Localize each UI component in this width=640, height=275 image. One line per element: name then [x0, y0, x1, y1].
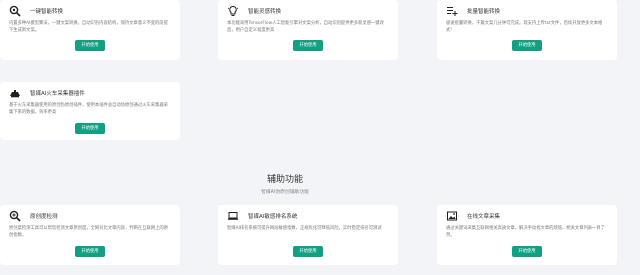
card-description: 智媒AI排名系统可提升网站敏感指数，正规优化可降低风险，实时稳定排名可测试: [227, 226, 382, 231]
card-train-collector-plugin: 智媒AI火车采集器插件 基于火车采集器使用的原创伪原创插件，使用本插件会自动伪原…: [0, 82, 180, 140]
laptop-icon: [227, 210, 239, 222]
start-button-originality-check[interactable]: 开始使用: [75, 246, 105, 257]
card-description: 极速批量转换，千篇文案几分钟可完成。现支持上传txt文件，后续开放更多文本格式!: [446, 21, 603, 33]
card-description: 原创度检测工具可以帮您检测文章原创度，全网对比文章内容，判断在互联网上的原创指数…: [9, 226, 168, 238]
zoom-icon: [9, 210, 21, 222]
search-convert-icon: [9, 5, 21, 17]
card-title: 在线文章采集: [467, 214, 501, 220]
list-plus-icon: [446, 5, 458, 17]
card-description: 基于火车采集器使用的原创伪原创插件，使用本插件会自动伪原创通过火车采集器采集下来…: [9, 103, 168, 115]
card-description: 内置多种AI模型算法，一键文案转换，自动识别内容结构，保持文章意义不变的前提下生…: [9, 21, 168, 33]
card-title: 智媒AI火车采集器插件: [30, 91, 85, 97]
card-title: 原创度检测: [30, 214, 58, 220]
card-title: 智媒AI敏感排名系统: [248, 214, 298, 220]
image-icon: [446, 210, 458, 222]
start-button-batch-convert[interactable]: 开始使用: [512, 40, 542, 51]
card-ranking-system: 智媒AI敏感排名系统 智媒AI排名系统可提升网站敏感指数，正规优化可降低风险，实…: [218, 205, 398, 265]
card-description: 本功能采用TensorFlow人工智能引擎对文案分析，自动识别提供更多新灵感一键…: [227, 21, 384, 33]
section-subtitle: 智媒AI伪原创辅助功能: [261, 190, 309, 195]
card-title: 智能灵感转换: [248, 9, 282, 15]
card-title: 一键智能转换: [30, 9, 64, 15]
section-title: 辅助功能: [266, 175, 303, 185]
card-one-click-convert: 一键智能转换 内置多种AI模型算法，一键文案转换，自动识别内容结构，保持文章意义…: [0, 0, 180, 60]
card-batch-convert: 批量智能转换 极速批量转换，千篇文案几分钟可完成。现支持上传txt文件，后续开放…: [437, 0, 617, 60]
card-online-article-collect: 在线文章采集 通过关键词采集互联网相关高质文章，解决手动找文章的烦恼，相关文章列…: [437, 205, 617, 265]
card-description: 通过关键词采集互联网相关高质文章，解决手动找文章的烦恼，相关文章列表一目了然。: [446, 226, 605, 238]
start-button-online-article-collect[interactable]: 开始使用: [512, 246, 542, 257]
card-inspiration-convert: 智能灵感转换 本功能采用TensorFlow人工智能引擎对文案分析，自动识别提供…: [218, 0, 398, 60]
start-button-inspiration-convert[interactable]: 开始使用: [293, 40, 323, 51]
start-button-train-collector[interactable]: 开始使用: [75, 123, 105, 134]
card-originality-check: 原创度检测 原创度检测工具可以帮您检测文章原创度，全网对比文章内容，判断在互联网…: [0, 205, 180, 265]
card-title: 批量智能转换: [467, 9, 501, 15]
lightbulb-icon: [227, 5, 239, 17]
start-button-one-click-convert[interactable]: 开始使用: [75, 40, 105, 51]
start-button-ranking-system[interactable]: 开始使用: [293, 246, 323, 257]
train-icon: [9, 87, 21, 99]
